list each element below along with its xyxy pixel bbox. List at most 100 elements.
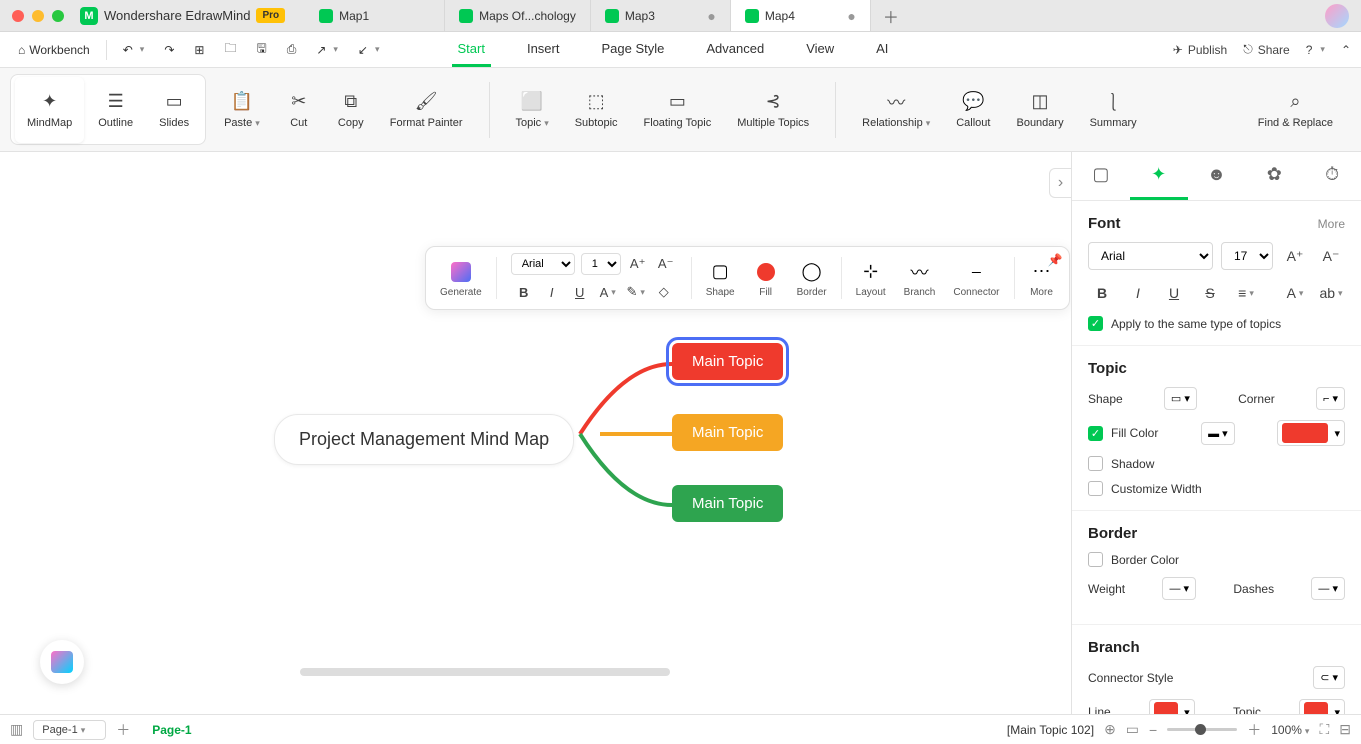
new-button[interactable]: ⊞ bbox=[186, 39, 212, 61]
collapse-ribbon-button[interactable]: ⌃ bbox=[1341, 43, 1351, 57]
menu-page-style[interactable]: Page Style bbox=[595, 33, 670, 67]
mindmap-mode-button[interactable]: ✦MindMap bbox=[15, 77, 84, 143]
tab-map3[interactable]: Map3● bbox=[591, 0, 731, 31]
user-avatar[interactable] bbox=[1325, 4, 1349, 28]
decrease-font-button[interactable]: A⁻ bbox=[655, 253, 677, 275]
topic-button[interactable]: ⬜Topic bbox=[504, 77, 561, 143]
topic-node-1[interactable]: Main Topic bbox=[672, 343, 783, 380]
cut-button[interactable]: ✂Cut bbox=[274, 77, 324, 143]
sp-tab-clipart[interactable]: ✿ bbox=[1245, 152, 1303, 200]
relationship-button[interactable]: 〰Relationship bbox=[850, 77, 942, 143]
sp-bold-button[interactable]: B bbox=[1088, 280, 1116, 306]
ai-logo-icon[interactable] bbox=[448, 259, 474, 285]
pages-icon[interactable]: ▥ bbox=[10, 721, 23, 738]
sp-highlight-button[interactable]: ab bbox=[1317, 280, 1345, 306]
clear-format-button[interactable]: ◇ bbox=[653, 281, 675, 303]
topic-color-dropdown[interactable]: ▾ bbox=[1299, 699, 1345, 714]
sp-tab-history[interactable]: ⏱ bbox=[1303, 152, 1361, 200]
summary-button[interactable]: ⎱Summary bbox=[1078, 77, 1149, 143]
italic-button[interactable]: I bbox=[541, 281, 563, 303]
side-panel-collapse-button[interactable]: › bbox=[1049, 168, 1071, 198]
canvas-area[interactable]: Project Management Mind Map Main Topic M… bbox=[0, 152, 1071, 714]
font-color-button[interactable]: A bbox=[597, 281, 619, 303]
minimize-panel-button[interactable]: ⊟ bbox=[1339, 721, 1351, 738]
active-page-label[interactable]: Page-1 bbox=[140, 723, 203, 737]
add-tab-button[interactable]: ＋ bbox=[871, 0, 911, 31]
zoom-in-button[interactable]: ＋ bbox=[1247, 720, 1261, 740]
open-button[interactable]: 🗀 bbox=[216, 35, 244, 64]
zoom-value[interactable]: 100% bbox=[1271, 723, 1309, 737]
canvas[interactable]: Project Management Mind Map Main Topic M… bbox=[0, 152, 1071, 714]
page-dropdown[interactable]: Page-1 bbox=[33, 720, 106, 740]
menu-view[interactable]: View bbox=[800, 33, 840, 67]
topic-node-3[interactable]: Main Topic bbox=[672, 485, 783, 522]
import-button[interactable]: ↙ bbox=[350, 39, 388, 61]
topic-node-2[interactable]: Main Topic bbox=[672, 414, 783, 451]
increase-font-button[interactable]: A⁺ bbox=[627, 253, 649, 275]
fill-pattern-dropdown[interactable]: ▬ ▾ bbox=[1201, 422, 1235, 445]
zoom-out-button[interactable]: − bbox=[1149, 722, 1157, 738]
globe-icon[interactable]: ⊕ bbox=[1104, 721, 1116, 738]
sp-align-button[interactable]: ≡ bbox=[1232, 280, 1260, 306]
underline-button[interactable]: U bbox=[569, 281, 591, 303]
ai-fab-button[interactable] bbox=[40, 640, 84, 684]
border-icon[interactable]: ◯ bbox=[799, 259, 825, 285]
fit-screen-button[interactable]: ⛶ bbox=[1319, 721, 1329, 738]
boundary-button[interactable]: ◫Boundary bbox=[1004, 77, 1075, 143]
sp-font-family-select[interactable]: Arial bbox=[1088, 242, 1213, 270]
print-button[interactable]: ⎙ bbox=[279, 38, 305, 61]
sp-decrease-font-button[interactable]: A⁻ bbox=[1317, 243, 1345, 269]
shape-dropdown[interactable]: ▭ ▾ bbox=[1164, 387, 1197, 410]
share-button[interactable]: ⎋ Share bbox=[1243, 42, 1290, 57]
horizontal-scrollbar[interactable] bbox=[300, 668, 670, 676]
copy-button[interactable]: ⧉Copy bbox=[326, 77, 376, 143]
present-icon[interactable]: ▭ bbox=[1126, 721, 1139, 738]
find-replace-button[interactable]: ⌕Find & Replace bbox=[1246, 77, 1345, 143]
help-button[interactable]: ? bbox=[1306, 43, 1325, 57]
menu-start[interactable]: Start bbox=[452, 33, 491, 67]
multiple-topics-button[interactable]: ⊰Multiple Topics bbox=[725, 77, 821, 143]
sp-font-color-button[interactable]: A bbox=[1281, 280, 1309, 306]
subtopic-button[interactable]: ⬚Subtopic bbox=[563, 77, 630, 143]
menu-advanced[interactable]: Advanced bbox=[700, 33, 770, 67]
menu-ai[interactable]: AI bbox=[870, 33, 894, 67]
fill-color-dropdown[interactable]: ▾ bbox=[1277, 420, 1345, 446]
minimize-window-button[interactable] bbox=[32, 10, 44, 22]
close-window-button[interactable] bbox=[12, 10, 24, 22]
customize-width-checkbox[interactable]: Customize Width bbox=[1088, 481, 1345, 496]
dashes-dropdown[interactable]: — ▾ bbox=[1311, 577, 1345, 600]
branch-icon[interactable]: 〰 bbox=[907, 259, 933, 285]
tab-map1[interactable]: Map1 bbox=[305, 0, 445, 31]
sp-tab-icons[interactable]: ☻ bbox=[1188, 152, 1246, 200]
connector-style-dropdown[interactable]: ⊂ ▾ bbox=[1313, 666, 1345, 689]
tab-map4[interactable]: Map4● bbox=[731, 0, 871, 31]
connector-icon[interactable]: ⎯ bbox=[963, 259, 989, 285]
tab-close-icon[interactable]: ● bbox=[847, 8, 855, 24]
tab-maps-of-chology[interactable]: Maps Of...chology bbox=[445, 0, 591, 31]
save-button[interactable]: 🖫 bbox=[248, 35, 274, 64]
export-button[interactable]: ↗ bbox=[308, 39, 346, 61]
fill-color-checkbox[interactable]: ✓ Fill Color bbox=[1088, 426, 1158, 441]
weight-dropdown[interactable]: — ▾ bbox=[1162, 577, 1196, 600]
floating-topic-button[interactable]: ▭Floating Topic bbox=[632, 77, 724, 143]
fill-icon[interactable] bbox=[753, 259, 779, 285]
slides-mode-button[interactable]: ▭Slides bbox=[147, 77, 201, 143]
border-color-checkbox[interactable]: Border Color bbox=[1088, 552, 1345, 567]
publish-button[interactable]: ✈ Publish bbox=[1173, 43, 1227, 57]
sp-italic-button[interactable]: I bbox=[1124, 280, 1152, 306]
shadow-checkbox[interactable]: Shadow bbox=[1088, 456, 1345, 471]
redo-button[interactable]: ↷ bbox=[156, 39, 182, 61]
callout-button[interactable]: 💬Callout bbox=[944, 77, 1002, 143]
outline-mode-button[interactable]: ☰Outline bbox=[86, 77, 145, 143]
sp-increase-font-button[interactable]: A⁺ bbox=[1281, 243, 1309, 269]
paste-button[interactable]: 📋Paste bbox=[212, 77, 272, 143]
add-page-button[interactable]: ＋ bbox=[116, 720, 130, 740]
apply-same-type-checkbox[interactable]: ✓ Apply to the same type of topics bbox=[1088, 316, 1345, 331]
maximize-window-button[interactable] bbox=[52, 10, 64, 22]
undo-button[interactable]: ↶ bbox=[115, 39, 153, 61]
central-topic-node[interactable]: Project Management Mind Map bbox=[274, 414, 574, 465]
format-painter-button[interactable]: 🖌Format Painter bbox=[378, 77, 475, 143]
menu-insert[interactable]: Insert bbox=[521, 33, 566, 67]
corner-dropdown[interactable]: ⌐ ▾ bbox=[1316, 387, 1345, 410]
workbench-button[interactable]: ⌂ Workbench bbox=[10, 39, 98, 61]
